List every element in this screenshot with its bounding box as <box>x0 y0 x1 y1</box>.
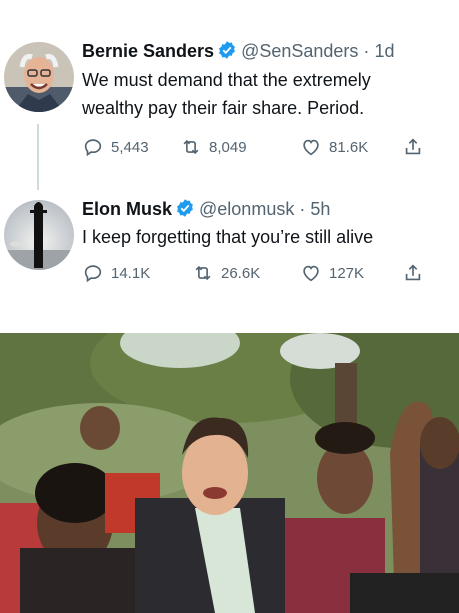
user-handle[interactable]: @SenSanders <box>241 41 358 61</box>
retweet-count: 8,049 <box>209 138 247 156</box>
like-button[interactable]: 127K <box>300 262 364 284</box>
share-button[interactable] <box>402 262 424 284</box>
tweet-actions: 14.1K 26.6K 127K <box>82 262 442 286</box>
like-button[interactable]: 81.6K <box>300 136 368 158</box>
separator-dot: · <box>363 41 370 61</box>
rocket-avatar-icon <box>4 200 74 270</box>
separator-dot: · <box>299 199 306 219</box>
tweet-actions: 5,443 8,049 81.6K <box>82 136 442 160</box>
tweet-elon[interactable]: Elon Musk @elonmusk · 5h I keep forgettin… <box>0 190 459 333</box>
tweet-text-line: wealthy pay their fair share. Period. <box>82 98 365 118</box>
display-name[interactable]: Elon Musk <box>82 199 172 219</box>
tweet-text: We must demand that the extremely wealth… <box>82 66 452 122</box>
meme-photo <box>0 333 459 613</box>
timestamp[interactable]: 5h <box>310 199 330 219</box>
retweet-button[interactable]: 8,049 <box>180 136 247 158</box>
reply-icon <box>82 136 104 158</box>
reply-icon <box>82 262 104 284</box>
tweet-header: Bernie Sanders @SenSanders · 1d <box>82 40 394 65</box>
user-handle[interactable]: @elonmusk <box>199 199 294 219</box>
reply-count: 14.1K <box>111 264 151 282</box>
retweet-count: 26.6K <box>221 264 261 282</box>
retweet-icon <box>180 136 202 158</box>
reply-count: 5,443 <box>111 138 149 156</box>
avatar[interactable] <box>4 200 74 270</box>
tweet-text: I keep forgetting that you’re still aliv… <box>82 223 452 251</box>
verified-badge-icon <box>175 198 195 223</box>
tweet-text-line: I keep forgetting that you’re still aliv… <box>82 227 374 247</box>
thread-connector <box>37 124 39 190</box>
avatar[interactable] <box>4 42 74 112</box>
heart-icon <box>300 136 322 158</box>
verified-badge-icon <box>217 40 237 65</box>
heart-icon <box>300 262 322 284</box>
share-button[interactable] <box>402 136 424 158</box>
share-icon <box>402 262 424 284</box>
timestamp[interactable]: 1d <box>374 41 394 61</box>
retweet-icon <box>192 262 214 284</box>
reply-button[interactable]: 14.1K <box>82 262 150 284</box>
tweet-text-line: We must demand that the extremely <box>82 70 371 90</box>
display-name[interactable]: Bernie Sanders <box>82 41 214 61</box>
share-icon <box>402 136 424 158</box>
like-count: 81.6K <box>329 138 369 156</box>
tweet-header: Elon Musk @elonmusk · 5h <box>82 198 330 223</box>
tweet-bernie[interactable]: Bernie Sanders @SenSanders · 1d We must d… <box>0 0 459 190</box>
like-count: 127K <box>329 264 365 282</box>
portrait-avatar-icon <box>4 42 74 112</box>
reply-button[interactable]: 5,443 <box>82 136 149 158</box>
retweet-button[interactable]: 26.6K <box>192 262 260 284</box>
